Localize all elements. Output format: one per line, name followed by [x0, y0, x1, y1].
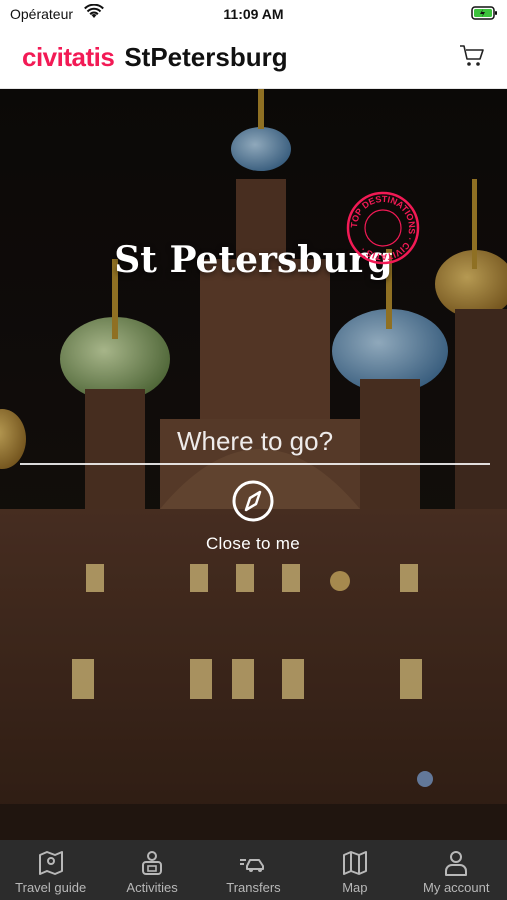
transfer-car-icon [240, 859, 265, 872]
brand-name: civitatis [22, 42, 115, 72]
clock: 11:09 AM [223, 6, 284, 22]
compass-icon [232, 480, 274, 522]
nav-label-travel-guide: Travel guide [15, 880, 87, 895]
hero-section: St Petersburg TOP DESTINATIONS · CIVITAT… [0, 89, 507, 840]
user-icon [445, 851, 468, 876]
close-to-me-label: Close to me [205, 534, 300, 553]
hero-title: St Petersburg [114, 239, 393, 281]
top-destinations-stamp: TOP DESTINATIONS · CIVITATIS · [344, 189, 422, 272]
city-name: StPetersburg [124, 42, 288, 72]
nav-label-my-account: My account [423, 880, 490, 895]
map-book-icon [38, 851, 63, 875]
bottom-nav: Travel guide Activities Transfers Map My… [0, 840, 507, 900]
app-header: civitatis StPetersburg [0, 28, 507, 89]
nav-activities[interactable]: Activities [102, 840, 203, 900]
nav-my-account[interactable]: My account [406, 840, 507, 900]
nav-label-transfers: Transfers [226, 880, 281, 895]
nav-label-map: Map [342, 880, 368, 895]
battery-icon [471, 5, 499, 24]
close-to-me-button[interactable]: Close to me [173, 479, 333, 559]
destination-search-input[interactable] [20, 419, 490, 465]
map-icon [342, 851, 367, 875]
status-bar: Opérateur 11:09 AM [0, 0, 507, 28]
nav-travel-guide[interactable]: Travel guide [0, 840, 101, 900]
cart-icon[interactable] [459, 44, 485, 73]
nav-label-activities: Activities [126, 880, 178, 895]
activities-icon [142, 851, 163, 875]
brand-logo[interactable]: civitatis StPetersburg [22, 42, 288, 73]
nav-transfers[interactable]: Transfers [203, 840, 304, 900]
nav-map[interactable]: Map [304, 840, 405, 900]
